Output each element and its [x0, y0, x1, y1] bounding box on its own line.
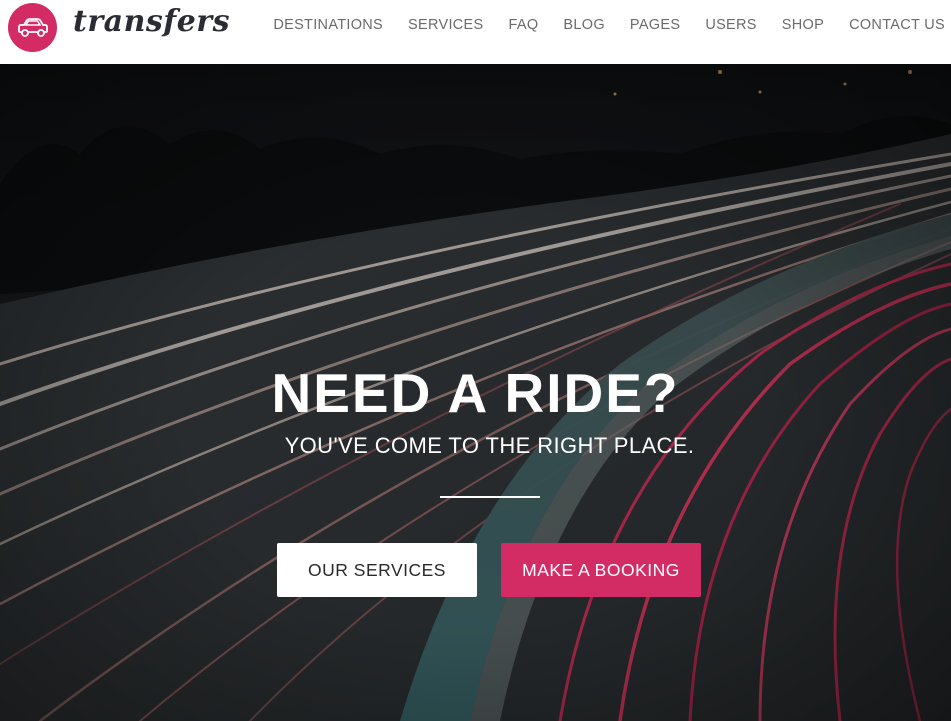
- main-nav: DESTINATIONS SERVICES FAQ BLOG PAGES USE…: [261, 0, 945, 50]
- nav-item-blog[interactable]: BLOG: [551, 17, 618, 33]
- nav-item-services[interactable]: SERVICES: [396, 17, 496, 33]
- nav-item-destinations[interactable]: DESTINATIONS: [261, 17, 396, 33]
- logo-badge[interactable]: [8, 3, 57, 52]
- nav-item-pages[interactable]: PAGES: [617, 17, 692, 33]
- make-a-booking-button[interactable]: MAKE A BOOKING: [501, 543, 701, 597]
- car-icon: [17, 17, 48, 37]
- logo-wordmark[interactable]: transfers: [73, 4, 230, 39]
- nav-item-users[interactable]: USERS: [693, 17, 769, 33]
- hero-section: NEED A RIDE? YOU'VE COME TO THE RIGHT PL…: [0, 64, 951, 721]
- our-services-button[interactable]: OUR SERVICES: [277, 543, 477, 597]
- nav-item-contact-us[interactable]: CONTACT US: [837, 17, 945, 33]
- nav-item-shop[interactable]: SHOP: [769, 17, 836, 33]
- hero-title: NEED A RIDE?: [271, 362, 680, 424]
- site-header: transfers DESTINATIONS SERVICES FAQ BLOG…: [0, 0, 951, 64]
- nav-item-faq[interactable]: FAQ: [496, 17, 551, 33]
- hero-subtitle: YOU'VE COME TO THE RIGHT PLACE.: [284, 433, 695, 458]
- hero-divider: [440, 496, 540, 498]
